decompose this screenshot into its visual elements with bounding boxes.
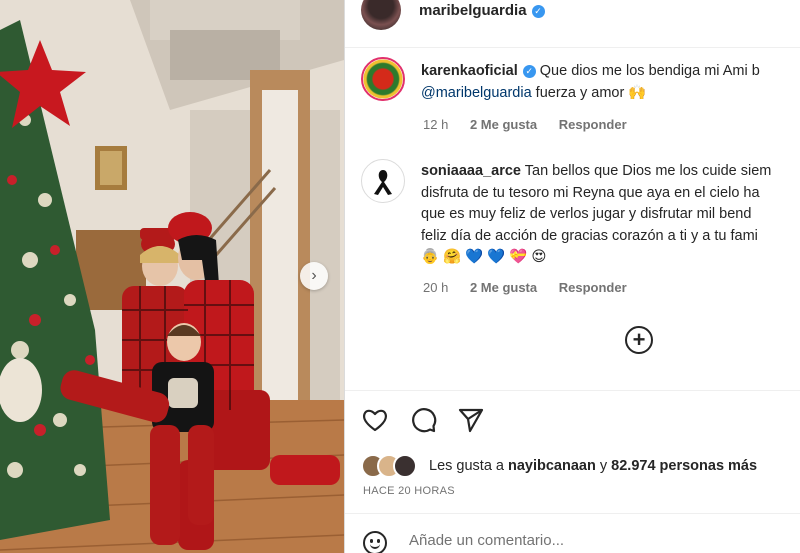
author-avatar[interactable] (361, 0, 401, 30)
send-icon[interactable] (457, 406, 485, 434)
comment-meta: 20 h 2 Me gusta Responder (423, 280, 645, 295)
comment-meta: 12 h 2 Me gusta Responder (423, 117, 645, 132)
comment-text-continued: fuerza y amor 🙌 (531, 84, 647, 101)
commenter-avatar[interactable] (361, 57, 405, 101)
liker-avatar[interactable] (393, 454, 417, 478)
black-ribbon-icon (374, 170, 392, 195)
comment-box-divider (345, 513, 800, 514)
post-header: maribelguardia ✓ (345, 0, 800, 36)
post-photo[interactable]: › (0, 0, 344, 553)
likes-middle: y (595, 458, 612, 474)
comment-emojis: 👵 🤗 💙 💙 💝 😍 (421, 249, 547, 265)
reply-button[interactable]: Responder (559, 117, 627, 132)
likes-count[interactable]: 82.974 personas más (611, 458, 757, 474)
add-comment-bar (345, 528, 800, 553)
reply-button[interactable]: Responder (559, 280, 627, 295)
comment-username[interactable]: karenkaoficial (421, 63, 518, 79)
header-divider (345, 47, 800, 48)
next-photo-button[interactable]: › (300, 262, 328, 290)
comment-time[interactable]: 20 h (423, 280, 448, 295)
comment-body: karenkaoficial ✓ Que dios me los bendiga … (421, 61, 800, 104)
heart-icon[interactable] (361, 406, 389, 434)
likes-prefix: Les gusta a (429, 458, 508, 474)
post-side-panel: maribelguardia ✓ karenkaoficial ✓ Que dios… (345, 0, 800, 553)
comment-likes[interactable]: 2 Me gusta (470, 117, 537, 132)
comment-text-line: feliz día de acción de gracias corazón a… (421, 227, 758, 244)
emoji-icon[interactable] (363, 531, 387, 553)
actions-divider (345, 390, 800, 391)
comment-text-line: Tan bellos que Dios me los cuide siem (524, 163, 772, 179)
author-username[interactable]: maribelguardia ✓ (419, 2, 545, 19)
family-christmas-photo (0, 0, 344, 553)
comment-likes[interactable]: 2 Me gusta (470, 280, 537, 295)
comment-mention-link[interactable]: @maribelguardia (421, 85, 532, 101)
comment-body: soniaaaa_arce Tan bellos que Dios me los… (421, 161, 800, 269)
comment-text-line: que es muy feliz de verlos jugar y disfr… (421, 206, 752, 222)
comment-input[interactable] (409, 532, 789, 549)
plus-circle-icon[interactable]: + (625, 326, 653, 354)
liker-username[interactable]: nayibcanaan (508, 458, 596, 474)
author-username-text[interactable]: maribelguardia (419, 2, 527, 19)
comment-text: Que dios me los bendiga mi Ami b (539, 63, 760, 79)
likes-text[interactable]: Les gusta a nayibcanaan y 82.974 persona… (429, 458, 757, 474)
instagram-post-view: › maribelguardia ✓ karenkaoficial ✓ Que di… (0, 0, 800, 553)
comment-time[interactable]: 12 h (423, 117, 448, 132)
comment-text-line: disfruta de tu tesoro mi Reyna que aya e… (421, 184, 760, 201)
commenter-avatar[interactable] (361, 159, 405, 203)
post-timestamp[interactable]: HACE 20 HORAS (363, 485, 455, 497)
verified-badge-icon: ✓ (522, 65, 536, 78)
verified-badge-icon: ✓ (531, 5, 545, 18)
comment-icon[interactable] (409, 406, 437, 434)
comment-username[interactable]: soniaaaa_arce (421, 163, 521, 179)
